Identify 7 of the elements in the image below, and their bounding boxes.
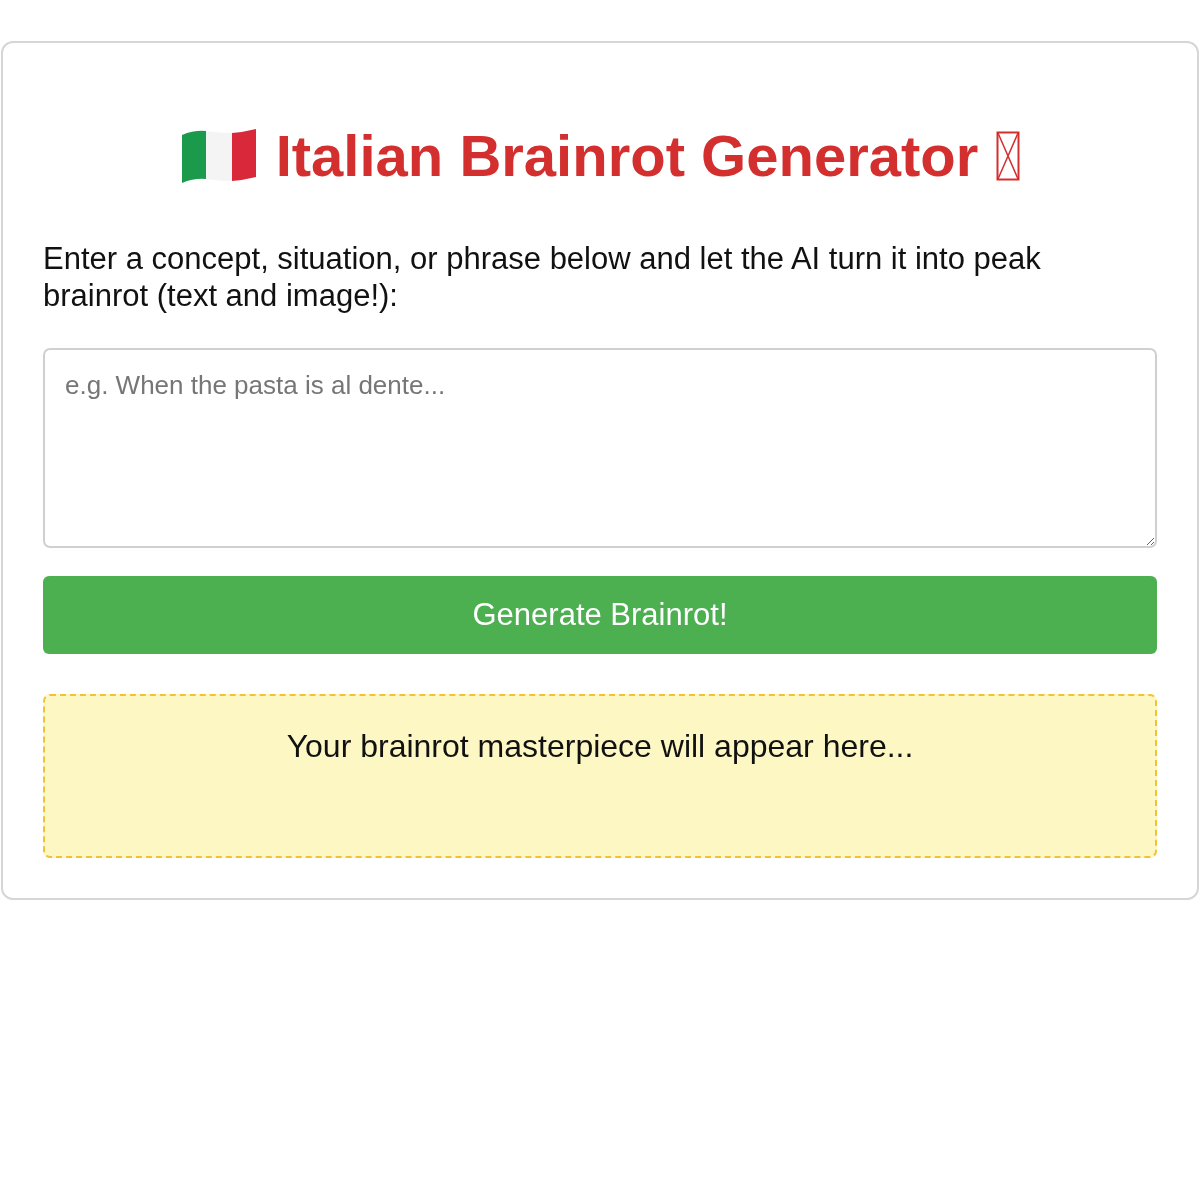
prompt-field[interactable]: e.g. When the pasta is al dente...: [43, 347, 1157, 548]
intro-text: Enter a concept, situation, or phrase below and let the AI turn it into peak brainrot (text and image!):: [43, 239, 1042, 314]
missing-glyph-icon: [996, 131, 1021, 182]
page-title: Italian Brainrot Generator: [275, 123, 979, 190]
flag-icon: [179, 127, 258, 186]
output-message: Your brainrot masterpiece will appear here...: [286, 727, 914, 764]
generate-button[interactable]: Generate Brainrot!: [43, 575, 1157, 654]
